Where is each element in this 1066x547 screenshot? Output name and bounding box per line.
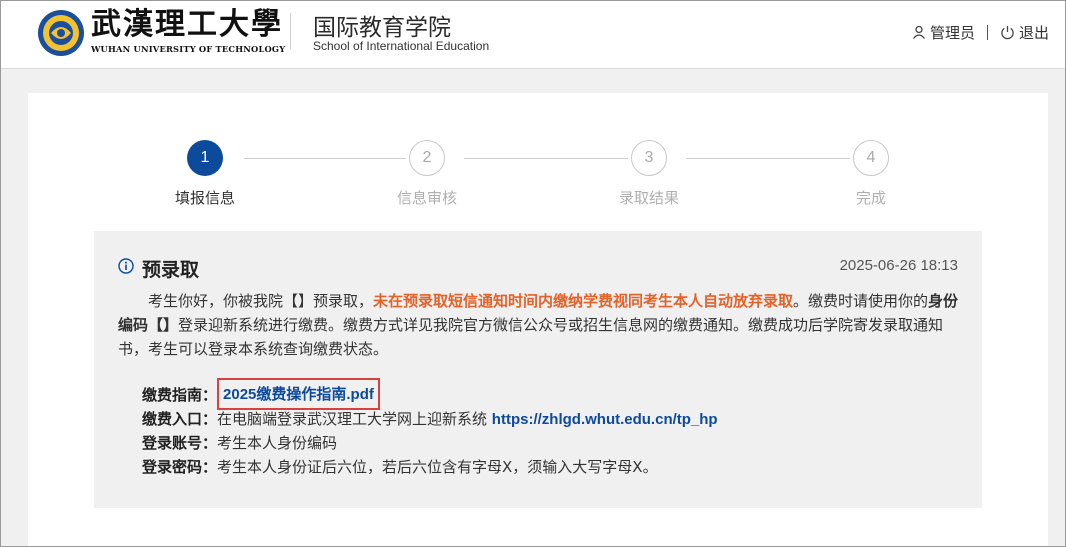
- login-password-key: 登录密码：: [142, 458, 218, 476]
- login-password-value: 考生本人身份证后六位，若后六位含有字母X，须输入大写字母X。: [217, 458, 658, 476]
- user-area-separator: [986, 24, 988, 40]
- payment-guide-row: 缴费指南： 2025缴费操作指南.pdf: [142, 378, 942, 410]
- step-2-circle: 2: [409, 140, 445, 176]
- login-password-row: 登录密码：考生本人身份证后六位，若后六位含有字母X，须输入大写字母X。: [142, 455, 942, 479]
- login-account-key: 登录账号：: [142, 434, 218, 452]
- school-name-cn: 国际教育学院: [313, 15, 451, 41]
- info-icon: [118, 258, 134, 274]
- step-connector: [686, 158, 850, 159]
- login-account-value: 考生本人身份编码: [217, 434, 338, 452]
- logout-label: 退出: [1018, 23, 1049, 42]
- payment-entry-text: 在电脑端登录武汉理工大学网上迎新系统: [217, 410, 492, 428]
- university-emblem-icon: [38, 10, 84, 56]
- step-connector: [244, 158, 406, 159]
- pre-admission-notice: 预录取 2025-06-26 18:13 考生你好，你被我院【】预录取，未在预录…: [94, 231, 982, 508]
- body-text: 登录迎新系统进行缴费。缴费方式详见我院官方微信公众号或招生信息网的缴费通知。缴费…: [118, 316, 944, 358]
- payment-guide-highlight: 2025缴费操作指南.pdf: [217, 378, 380, 410]
- step-connector: [464, 158, 628, 159]
- header-divider: [290, 13, 291, 49]
- payment-entry-key: 缴费入口：: [142, 410, 218, 428]
- user-icon: [912, 25, 925, 39]
- admin-user-button[interactable]: 管理员: [912, 22, 975, 43]
- step-1-circle: 1: [187, 140, 223, 176]
- university-name-cn: 武漢理工大學: [91, 7, 283, 42]
- notice-timestamp: 2025-06-26 18:13: [839, 257, 958, 274]
- body-text: 考生你好，你被我院【】预录取，: [148, 292, 374, 310]
- admin-user-label: 管理员: [929, 23, 975, 42]
- payment-info-list: 缴费指南： 2025缴费操作指南.pdf 缴费入口：在电脑端登录武汉理工大学网上迎…: [142, 378, 942, 479]
- body-text: 。缴费时请使用你的: [793, 292, 929, 310]
- payment-entry-link[interactable]: https://zhlgd.whut.edu.cn/tp_hp: [492, 411, 718, 428]
- step-3-label: 录取结果: [618, 189, 679, 207]
- user-area: 管理员 退出: [912, 21, 1049, 43]
- step-3-circle: 3: [631, 140, 667, 176]
- login-account-row: 登录账号：考生本人身份编码: [142, 431, 942, 455]
- main-card: 1 填报信息 2 信息审核 3 录取结果 4 完成 预录取 2025-06-26…: [28, 93, 1048, 547]
- progress-steps: 1 填报信息 2 信息审核 3 录取结果 4 完成: [28, 140, 1048, 211]
- payment-guide-key: 缴费指南：: [142, 386, 218, 404]
- step-2-label: 信息审核: [396, 189, 457, 207]
- university-name-en: WUHAN UNIVERSITY OF TECHNOLOGY: [91, 44, 286, 54]
- payment-entry-row: 缴费入口：在电脑端登录武汉理工大学网上迎新系统 https://zhlgd.wh…: [142, 407, 942, 431]
- notice-body: 考生你好，你被我院【】预录取，未在预录取短信通知时间内缴纳学费视同考生本人自动放…: [118, 289, 960, 361]
- step-4-circle: 4: [853, 140, 889, 176]
- step-4-label: 完成: [855, 189, 886, 207]
- notice-title: 预录取: [142, 259, 200, 281]
- step-1-label: 填报信息: [174, 189, 235, 207]
- school-name-en: School of International Education: [313, 39, 490, 53]
- payment-guide-pdf-link[interactable]: 2025缴费操作指南.pdf: [223, 386, 374, 403]
- top-header: 武漢理工大學 WUHAN UNIVERSITY OF TECHNOLOGY 国际…: [1, 1, 1065, 69]
- warning-text: 未在预录取短信通知时间内缴纳学费视同考生本人自动放弃录取: [373, 292, 794, 310]
- logout-button[interactable]: 退出: [1000, 22, 1049, 43]
- power-icon: [1001, 25, 1014, 39]
